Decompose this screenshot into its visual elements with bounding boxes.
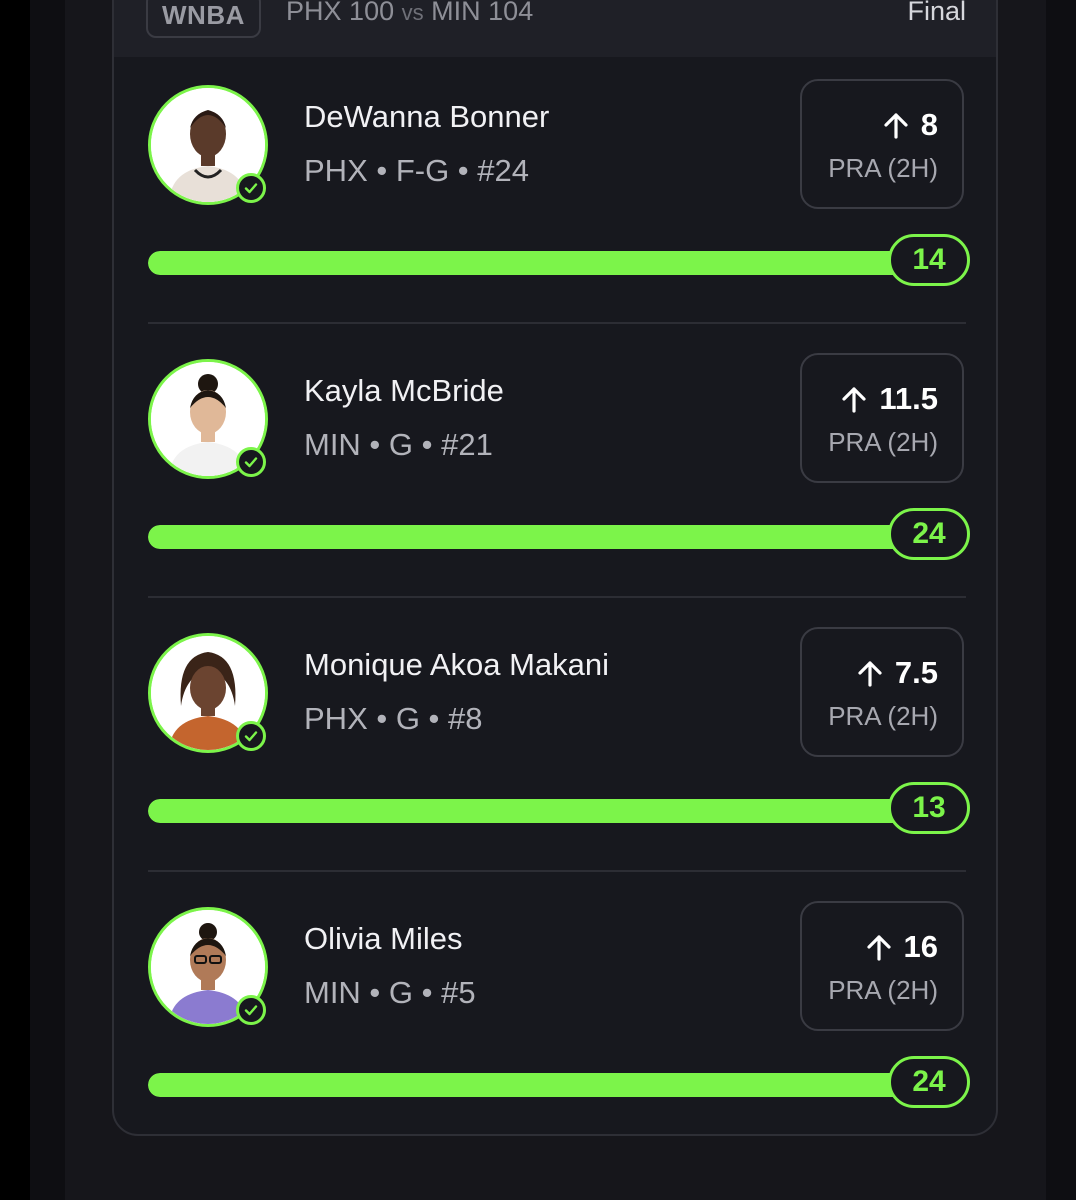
actual-value-pill: 24 bbox=[888, 508, 970, 560]
progress-fill bbox=[148, 525, 918, 549]
line-value: 16 bbox=[903, 929, 938, 964]
player-meta: MIN • G • #5 bbox=[304, 975, 476, 1010]
arrow-up-icon bbox=[842, 387, 866, 413]
divider bbox=[148, 322, 966, 324]
home-score: 100 bbox=[349, 0, 395, 26]
player-meta: MIN • G • #21 bbox=[304, 427, 493, 462]
player-name: Olivia Miles bbox=[304, 921, 463, 956]
line-value: 8 bbox=[920, 107, 938, 142]
progress-fill bbox=[148, 251, 918, 275]
stat-type: PRA (2H) bbox=[828, 427, 938, 457]
left-gutter bbox=[30, 0, 65, 1200]
player-avatar bbox=[148, 907, 268, 1027]
league-badge: WNBA bbox=[146, 0, 261, 38]
line-value-row: 11.5 bbox=[839, 381, 938, 417]
player-meta: PHX • G • #8 bbox=[304, 701, 483, 736]
line-box[interactable]: 16 PRA (2H) bbox=[800, 901, 964, 1031]
line-value-row: 16 bbox=[864, 929, 938, 965]
away-score: 104 bbox=[488, 0, 534, 26]
progress-bar bbox=[148, 799, 918, 823]
line-value: 11.5 bbox=[879, 381, 938, 416]
arrow-up-icon bbox=[866, 935, 891, 961]
line-value-row: 8 bbox=[881, 107, 938, 143]
player-avatar bbox=[148, 359, 268, 479]
home-team: PHX bbox=[286, 0, 342, 26]
stat-type: PRA (2H) bbox=[828, 701, 938, 731]
game-card[interactable]: WNBA PHX 100 vs MIN 104 Final DeWanna Bo… bbox=[112, 0, 998, 1136]
line-box[interactable]: 8 PRA (2H) bbox=[800, 79, 964, 209]
vs-label: vs bbox=[401, 0, 424, 25]
arrow-up-icon bbox=[884, 113, 908, 139]
matchup: PHX 100 vs MIN 104 bbox=[286, 0, 533, 27]
line-box[interactable]: 7.5 PRA (2H) bbox=[800, 627, 964, 757]
pick-row[interactable]: Kayla McBride MIN • G • #21 11.5 PRA (2H… bbox=[114, 331, 996, 605]
player-avatar bbox=[148, 633, 268, 753]
player-name: Monique Akoa Makani bbox=[304, 647, 610, 682]
pick-row[interactable]: DeWanna Bonner PHX • F-G • #24 8 PRA (2H… bbox=[114, 57, 996, 331]
divider bbox=[148, 596, 966, 598]
away-team: MIN bbox=[431, 0, 481, 26]
progress-fill bbox=[148, 799, 918, 823]
game-header: WNBA PHX 100 vs MIN 104 Final bbox=[114, 0, 996, 57]
check-icon bbox=[236, 995, 266, 1025]
player-name: DeWanna Bonner bbox=[304, 99, 550, 134]
check-icon bbox=[236, 173, 266, 203]
check-icon bbox=[236, 447, 266, 477]
game-status: Final bbox=[907, 0, 966, 26]
line-box[interactable]: 11.5 PRA (2H) bbox=[800, 353, 964, 483]
stat-type: PRA (2H) bbox=[828, 153, 938, 183]
player-meta: PHX • F-G • #24 bbox=[304, 153, 529, 188]
actual-value-pill: 14 bbox=[888, 234, 970, 286]
progress-bar bbox=[148, 1073, 918, 1097]
progress-fill bbox=[148, 1073, 918, 1097]
divider bbox=[148, 870, 966, 872]
pick-row[interactable]: Monique Akoa Makani PHX • G • #8 7.5 PRA… bbox=[114, 605, 996, 879]
arrow-up-icon bbox=[858, 661, 882, 687]
line-value-row: 7.5 bbox=[855, 655, 938, 691]
screen: WNBA PHX 100 vs MIN 104 Final DeWanna Bo… bbox=[0, 0, 1076, 1200]
player-avatar bbox=[148, 85, 268, 205]
stat-type: PRA (2H) bbox=[828, 975, 938, 1005]
check-icon bbox=[236, 721, 266, 751]
right-gutter bbox=[1046, 0, 1076, 1200]
progress-bar bbox=[148, 251, 918, 275]
pick-row[interactable]: Olivia Miles MIN • G • #5 16 PRA (2H) 24 bbox=[114, 879, 996, 1134]
line-value: 7.5 bbox=[894, 655, 938, 690]
actual-value-pill: 13 bbox=[888, 782, 970, 834]
progress-bar bbox=[148, 525, 918, 549]
player-name: Kayla McBride bbox=[304, 373, 504, 408]
actual-value-pill: 24 bbox=[888, 1056, 970, 1108]
